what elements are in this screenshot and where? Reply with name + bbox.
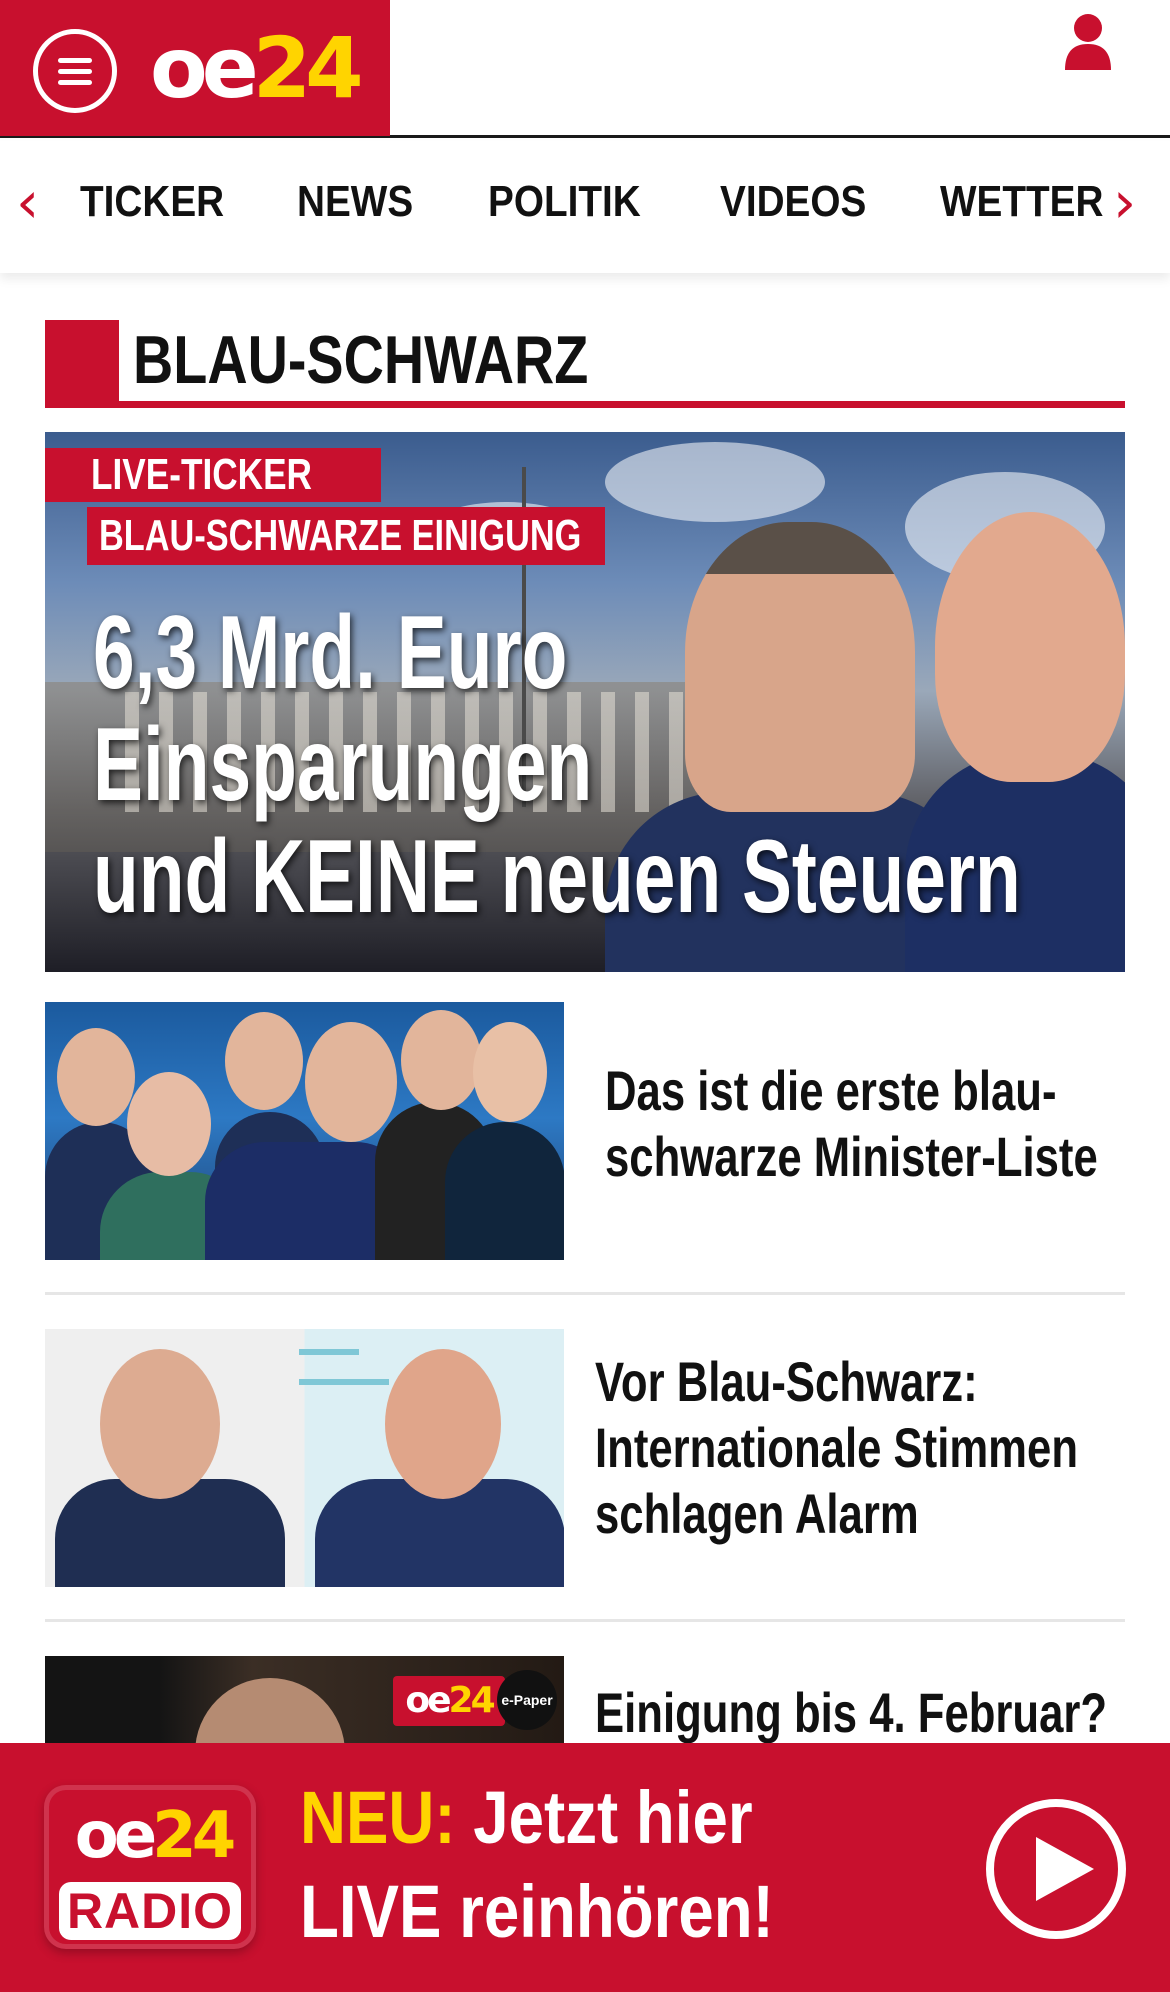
article-title[interactable]: Einigung bis 4. Februar? xyxy=(595,1680,1115,1746)
article-title[interactable]: Vor Blau-Schwarz: Internationale Stimmen… xyxy=(595,1349,1115,1547)
hero-headline-line: 6,3 Mrd. Euro xyxy=(93,595,568,711)
hero-headline[interactable]: 6,3 Mrd. Euro Einsparungen und KEINE neu… xyxy=(93,597,1093,933)
oe24-mini-logo: oe24 xyxy=(393,1676,505,1726)
radio-label: RADIO xyxy=(59,1882,241,1940)
article-title[interactable]: Das ist die erste blau- schwarze Ministe… xyxy=(605,1058,1125,1190)
chevron-right-icon[interactable]: › xyxy=(1113,173,1136,231)
play-icon[interactable] xyxy=(986,1799,1126,1939)
topic-badge: BLAU-SCHWARZE EINIGUNG xyxy=(87,507,605,565)
tab-politik[interactable]: POLITIK xyxy=(488,177,641,227)
radio-headline-line1[interactable]: NEU: Jetzt hier xyxy=(300,1773,826,1863)
tab-videos[interactable]: VIDEOS xyxy=(720,177,866,227)
live-ticker-badge: LIVE-TICKER xyxy=(45,448,382,502)
hero-headline-line: und KEINE neuen Steuern xyxy=(93,819,1021,935)
site-header: oe24 xyxy=(0,0,1170,138)
hero-article[interactable]: LIVE-TICKER BLAU-SCHWARZE EINIGUNG 6,3 M… xyxy=(45,432,1125,972)
hero-headline-line: Einsparungen xyxy=(93,707,593,823)
epaper-label: e-Paper xyxy=(497,1670,557,1730)
tab-news[interactable]: NEWS xyxy=(297,177,413,227)
divider xyxy=(45,1292,1125,1295)
divider xyxy=(45,1619,1125,1622)
section-title[interactable]: BLAU-SCHWARZ xyxy=(133,322,588,398)
hamburger-menu-icon[interactable] xyxy=(33,29,117,113)
list-item[interactable]: Vor Blau-Schwarz: Internationale Stimmen… xyxy=(45,1329,1125,1587)
tab-ticker[interactable]: TICKER xyxy=(80,177,224,227)
chevron-left-icon[interactable]: ‹ xyxy=(16,173,39,231)
tab-wetter[interactable]: WETTER xyxy=(940,177,1103,227)
radio-banner[interactable]: oe24 RADIO NEU: Jetzt hier LIVE reinhöre… xyxy=(0,1743,1170,1992)
user-icon[interactable] xyxy=(1063,12,1113,72)
radio-headline-line2[interactable]: LIVE reinhören! xyxy=(300,1867,851,1957)
list-item[interactable]: Das ist die erste blau- schwarze Ministe… xyxy=(45,1002,1125,1260)
section-flag xyxy=(45,320,119,408)
article-thumbnail[interactable] xyxy=(45,1002,564,1260)
brand-block: oe24 xyxy=(0,0,390,136)
radio-logo[interactable]: oe24 RADIO xyxy=(44,1785,256,1949)
epaper-badge: oe24 e-Paper xyxy=(393,1670,557,1732)
category-nav: ‹ TICKER NEWS POLITIK VIDEOS WETTER › xyxy=(0,141,1170,273)
site-logo[interactable]: oe24 xyxy=(150,20,364,116)
article-thumbnail[interactable] xyxy=(45,1329,564,1587)
section-header: BLAU-SCHWARZ xyxy=(45,320,1125,408)
